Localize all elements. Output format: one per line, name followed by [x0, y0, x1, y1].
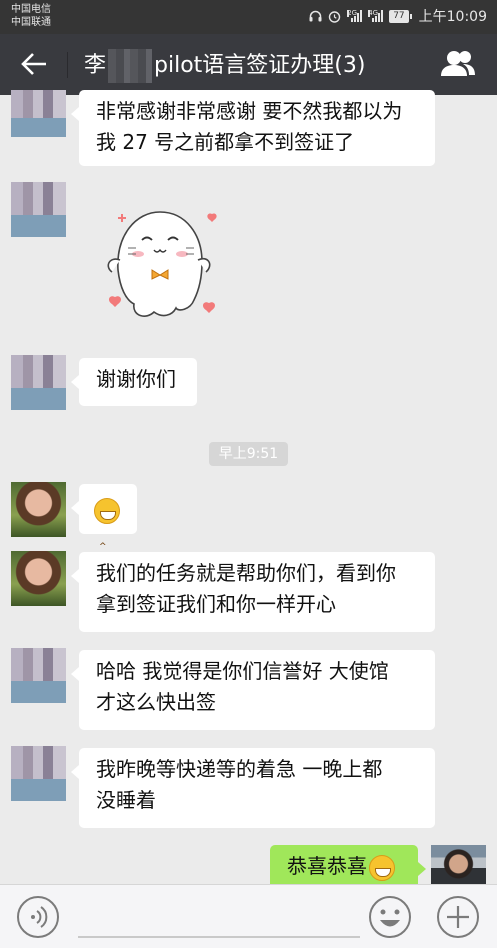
message-text-line: 没睡着	[96, 788, 156, 812]
grinning-emoji-icon	[94, 497, 120, 563]
avatar[interactable]	[11, 648, 66, 703]
message-bubble[interactable]: 我们的任务就是帮助你们，看到你 拿到签证我们和你一样开心	[71, 552, 435, 632]
message-text-line: 非常感谢非常感谢 要不然我都以为	[96, 99, 403, 123]
avatar[interactable]	[11, 746, 66, 801]
chat-input-bar	[0, 884, 497, 948]
avatar[interactable]	[11, 551, 66, 606]
more-functions-button[interactable]	[436, 895, 480, 939]
signal-2-icon: 4G	[368, 9, 384, 22]
chat-title-name: 李	[84, 53, 107, 78]
carrier-2: 中国联通	[11, 17, 51, 28]
headphones-icon	[309, 10, 322, 22]
voice-input-icon	[17, 896, 59, 938]
emoji-icon	[369, 896, 411, 938]
message-text: 恭喜恭喜	[287, 854, 367, 878]
grinning-emoji-icon	[369, 854, 395, 920]
carrier-info: 中国电信 中国联通	[11, 3, 51, 29]
message-bubble[interactable]: 谢谢你们	[71, 358, 197, 406]
message-text-line: 拿到签证我们和你一样开心	[96, 592, 336, 616]
network-type-1: 2G	[347, 9, 358, 17]
status-icons: 2G 4G 77 上午10:09	[309, 6, 487, 26]
group-info-button[interactable]	[439, 48, 477, 80]
back-arrow-icon	[21, 53, 46, 75]
avatar[interactable]	[11, 90, 66, 137]
battery-icon: 77	[389, 9, 413, 23]
plus-icon	[437, 896, 479, 938]
message-text-line: 才这么快出签	[96, 690, 216, 714]
avatar[interactable]	[11, 482, 66, 537]
sticker-image	[107, 211, 217, 317]
message-text-line: 我们的任务就是帮助你们，看到你	[96, 561, 396, 585]
own-avatar[interactable]	[431, 845, 486, 887]
carrier-1: 中国电信	[11, 4, 51, 15]
chat-title-group: pilot语言签证办理(3)	[154, 53, 366, 78]
message-text-line: 哈哈 我觉得是你们信誉好 大使馆	[96, 659, 389, 683]
message-input-field[interactable]	[78, 936, 360, 938]
group-members-icon	[441, 51, 475, 76]
status-time: 上午10:09	[418, 9, 487, 25]
message-bubble[interactable]	[71, 484, 137, 563]
header-divider	[67, 52, 68, 78]
avatar[interactable]	[11, 355, 66, 410]
chat-title: 李 pilot语言签证办理(3)	[84, 49, 365, 83]
alarm-icon	[328, 10, 341, 23]
avatar[interactable]	[11, 182, 66, 237]
status-bar: 中国电信 中国联通 2G 4G 77 上午10:09	[0, 0, 497, 34]
redacted-name	[108, 49, 153, 83]
message-text-line: 我昨晚等快递等的着急 一晚上都	[96, 757, 383, 781]
message-text: 谢谢你们	[96, 367, 176, 391]
voice-input-button[interactable]	[16, 895, 60, 939]
message-bubble[interactable]: 哈哈 我觉得是你们信誉好 大使馆 才这么快出签	[71, 650, 435, 730]
timestamp-divider: 早上9:51	[209, 442, 288, 466]
network-type-2: 4G	[368, 9, 379, 17]
signal-1-icon: 2G	[347, 9, 363, 22]
message-text-line: 我 27 号之前都拿不到签证了	[96, 130, 355, 154]
cute-seal-sticker[interactable]	[98, 200, 228, 330]
message-bubble[interactable]: 非常感谢非常感谢 要不然我都以为 我 27 号之前都拿不到签证了	[71, 90, 435, 166]
chat-header: 李 pilot语言签证办理(3)	[0, 34, 497, 95]
message-bubble[interactable]: 我昨晚等快递等的着急 一晚上都 没睡着	[71, 748, 435, 828]
emoji-button[interactable]	[368, 895, 412, 939]
back-button[interactable]	[14, 48, 54, 80]
